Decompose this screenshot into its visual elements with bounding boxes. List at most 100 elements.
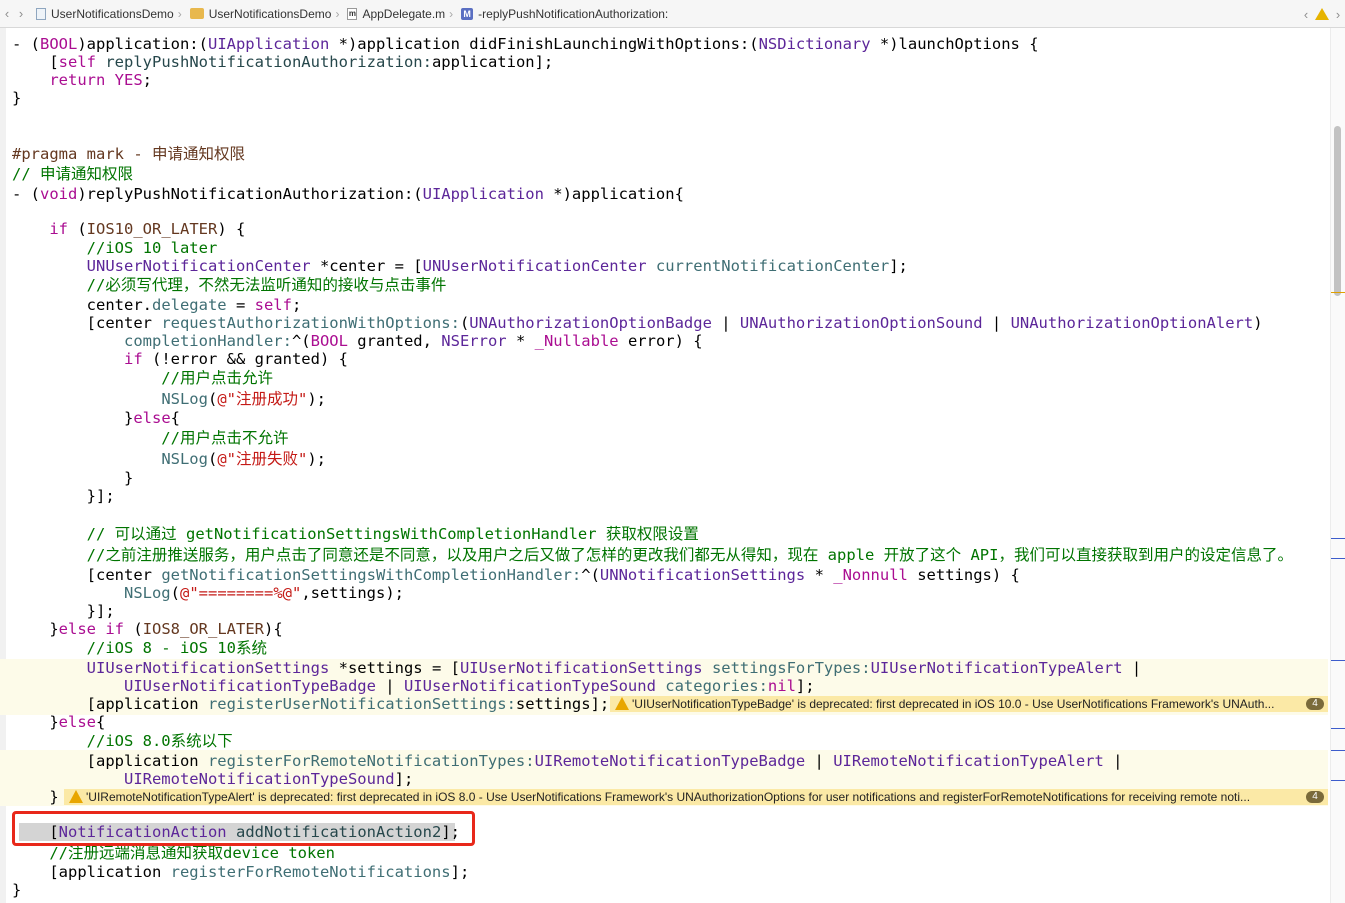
code-token: NSLog: [161, 450, 208, 468]
code-token: else: [133, 409, 171, 427]
folder-icon: [189, 8, 204, 19]
code-token: (: [459, 314, 470, 332]
code-token: ): [1253, 314, 1263, 332]
code-token: UIApplication: [422, 185, 544, 203]
code-token: granted,: [347, 332, 442, 350]
warning-message: 'UIRemoteNotificationTypeAlert' is depre…: [86, 790, 1251, 804]
code-token: [application: [12, 695, 208, 713]
code-token: ,settings);: [301, 584, 404, 602]
code-line: return YES;: [12, 71, 152, 89]
code-token: //iOS 8 - iOS 10系统: [12, 639, 267, 657]
warning-bubble[interactable]: 'UIRemoteNotificationTypeAlert' is depre…: [64, 789, 1328, 805]
code-token: if: [105, 620, 125, 638]
breadcrumb-label: UserNotificationsDemo: [208, 6, 332, 21]
code-token: ) {: [217, 220, 246, 238]
warning-icon[interactable]: [1315, 8, 1329, 20]
code-line: center.delegate = self;: [12, 296, 302, 314]
code-token: }: [12, 469, 134, 487]
code-token: *: [506, 332, 535, 350]
code-token: ){: [264, 620, 283, 638]
code-token: void: [40, 185, 78, 203]
next-issue-icon[interactable]: ›: [1331, 7, 1345, 22]
code-token: UNUserNotificationCenter: [86, 257, 311, 275]
code-line: if (IOS10_OR_LATER) {: [12, 220, 245, 238]
code-token: #pragma mark - 申请通知权限: [12, 145, 245, 163]
breadcrumb-file[interactable]: m AppDelegate.m ›: [339, 7, 453, 21]
code-token: |: [805, 752, 834, 770]
code-token: *: [805, 566, 834, 584]
forward-arrow-icon[interactable]: ›: [14, 6, 28, 21]
code-line: [center requestAuthorizationWithOptions:…: [12, 314, 1263, 332]
code-line: //必须写代理，不然无法监听通知的接收与点击事件: [12, 276, 447, 294]
annotation-highlight-box: [12, 811, 475, 846]
code-token: registerForRemoteNotifications: [170, 863, 451, 881]
code-token: //必须写代理，不然无法监听通知的接收与点击事件: [12, 276, 447, 294]
code-line: NSLog(@"========%@",settings);: [12, 584, 404, 602]
code-token: replyPushNotificationAuthorization:: [96, 53, 432, 71]
code-token: IOS8_OR_LATER: [142, 620, 265, 638]
code-line: //iOS 10 later: [12, 239, 218, 257]
code-token: {: [96, 713, 106, 731]
code-line: }];: [12, 487, 115, 505]
previous-issue-icon[interactable]: ‹: [1299, 7, 1313, 22]
code-token: UIUserNotificationTypeAlert: [870, 659, 1123, 677]
code-token: @"注册失败": [217, 450, 308, 468]
code-token: application];: [431, 53, 554, 71]
code-line: UIUserNotificationTypeBadge | UIUserNoti…: [12, 677, 815, 695]
jumpbar-right: ‹ ›: [1299, 0, 1345, 28]
code-token: settings) {: [907, 566, 1020, 584]
code-token: (!error && granted) {: [142, 350, 348, 368]
code-line: //之前注册推送服务，用户点击了同意还是不同意，以及用户之后又做了怎样的更改我们…: [12, 546, 1293, 564]
objc-file-icon: m: [347, 7, 358, 20]
code-token: );: [307, 390, 326, 408]
code-token: // 申请通知权限: [12, 165, 133, 183]
code-token: [center: [12, 566, 162, 584]
vertical-scrollbar[interactable]: [1330, 28, 1345, 903]
code-token: }: [12, 620, 59, 638]
code-token: UNAuthorizationOptionSound: [739, 314, 983, 332]
code-token: (: [207, 390, 218, 408]
code-editor[interactable]: - (BOOL)application:(UIApplication *)app…: [0, 28, 1330, 903]
code-token: ;: [291, 296, 302, 314]
code-token: [: [12, 53, 59, 71]
code-line: NSLog(@"注册失败");: [12, 450, 326, 468]
code-token: UNAuthorizationOptionBadge: [469, 314, 712, 332]
code-token: UIUserNotificationSettings: [459, 659, 703, 677]
issue-marker: [1331, 750, 1345, 751]
code-line: //用户点击允许: [12, 369, 273, 387]
code-token: //用户点击允许: [12, 369, 273, 387]
code-token: NSLog: [123, 584, 171, 602]
code-token: UIUserNotificationSettings: [86, 659, 330, 677]
breadcrumb-project[interactable]: UserNotificationsDemo ›: [28, 7, 182, 21]
scrollbar-thumb[interactable]: [1334, 126, 1341, 296]
code-token: //用户点击不允许: [12, 429, 289, 447]
code-token: getNotificationSettingsWithCompletionHan…: [161, 566, 582, 584]
code-token: NSDictionary: [758, 35, 871, 53]
code-token: (: [170, 584, 180, 602]
code-token: *center = [: [310, 257, 423, 275]
warning-bubble[interactable]: 'UIUserNotificationTypeBadge' is depreca…: [610, 696, 1328, 712]
code-token: |: [1122, 659, 1142, 677]
code-line: NSLog(@"注册成功");: [12, 390, 326, 408]
code-token: |: [1103, 752, 1123, 770]
code-token: else: [58, 620, 96, 638]
code-token: requestAuthorizationWithOptions:: [161, 314, 460, 332]
code-token: error) {: [618, 332, 703, 350]
code-token: if: [123, 350, 143, 368]
back-arrow-icon[interactable]: ‹: [0, 6, 14, 21]
code-line: //注册远端消息通知获取device token: [12, 844, 335, 862]
code-line: [center getNotificationSettingsWithCompl…: [12, 566, 1020, 584]
code-token: (: [207, 450, 218, 468]
code-token: *)application{: [543, 185, 684, 203]
warning-count-badge: 4: [1306, 698, 1324, 710]
breadcrumb-method[interactable]: M -replyPushNotificationAuthorization:: [453, 7, 668, 21]
code-token: |: [982, 314, 1011, 332]
breadcrumb-group[interactable]: UserNotificationsDemo ›: [182, 6, 339, 21]
code-line: }: [12, 469, 133, 487]
code-line: if (!error && granted) {: [12, 350, 348, 368]
code-line: UIRemoteNotificationTypeSound];: [12, 770, 413, 788]
